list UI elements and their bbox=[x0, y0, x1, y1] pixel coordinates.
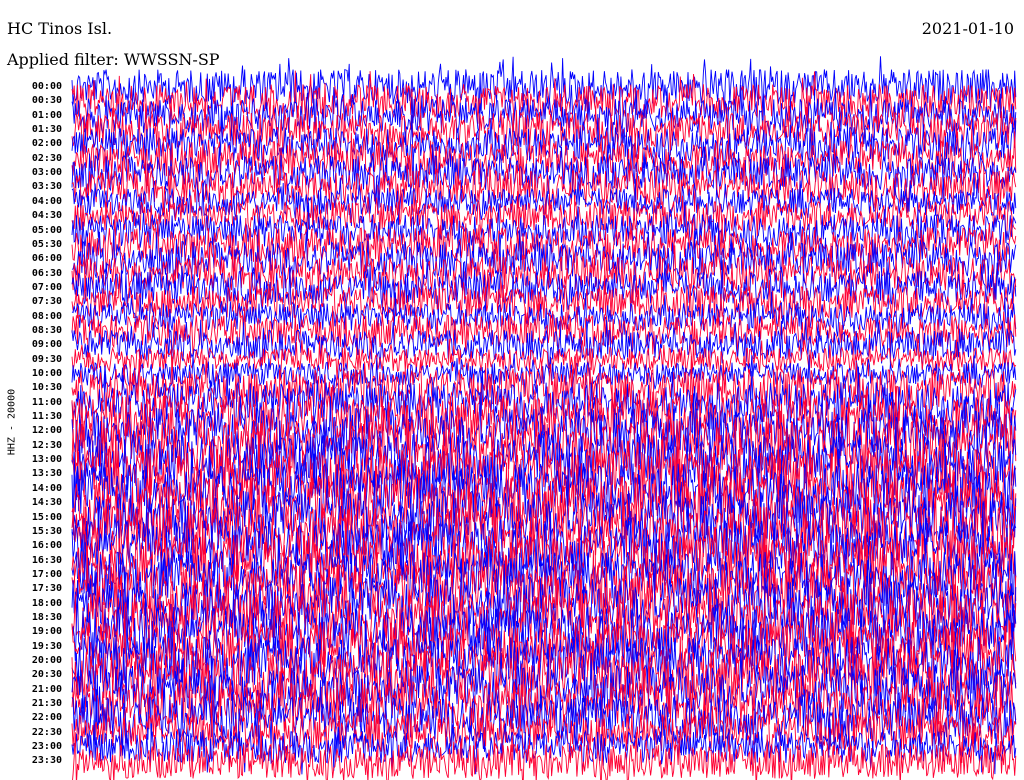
seismogram-plot bbox=[71, 56, 1017, 780]
